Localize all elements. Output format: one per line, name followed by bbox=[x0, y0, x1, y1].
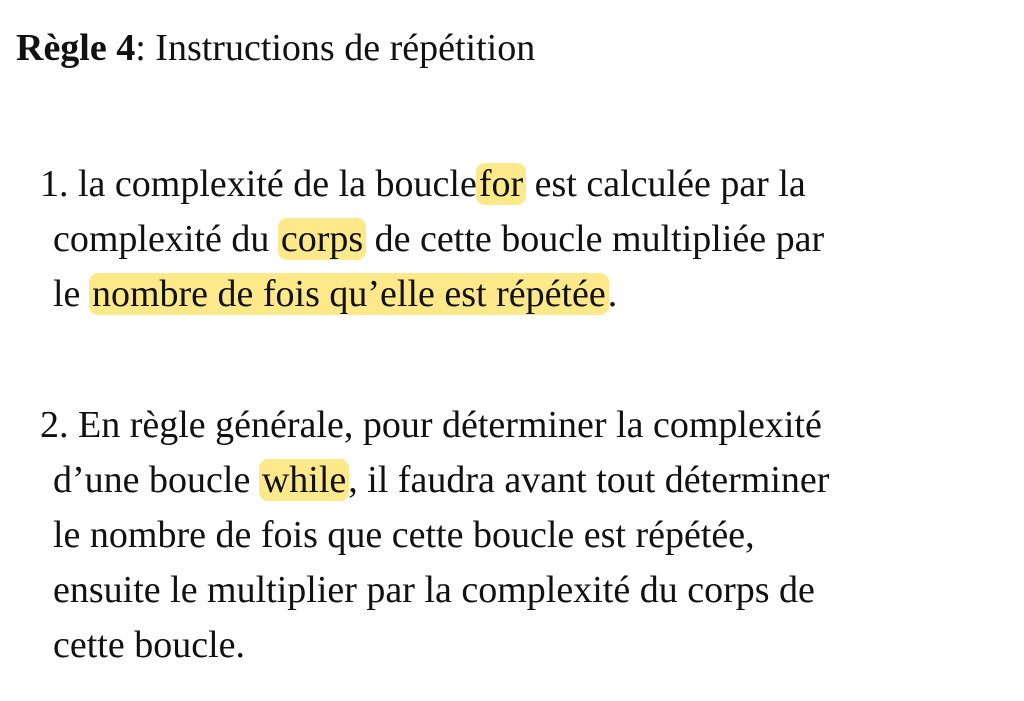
rule-2-line-5: cette boucle. bbox=[53, 624, 246, 666]
rule-1-text-2a: complexité du bbox=[53, 218, 270, 260]
rule-1-text-2b: de cette boucle multipliée par bbox=[374, 218, 825, 260]
rule-label: Règle 4 bbox=[16, 27, 136, 69]
rule-2-line-3: le nombre de fois que cette boucle est r… bbox=[53, 514, 755, 556]
rule-1-text-3b: . bbox=[607, 273, 618, 315]
rule-2-line-1: 2. En règle générale, pour déterminer la… bbox=[40, 398, 829, 453]
rule-2-text-2b: , il faudra avant tout déterminer bbox=[348, 459, 830, 501]
rule-1-text-3a: le bbox=[53, 273, 81, 315]
rule-2-text-1: En règle générale, pour déterminer la co… bbox=[78, 404, 822, 446]
rule-2-line-2: d’une boucle while, il faudra avant tout… bbox=[40, 453, 829, 508]
rule-item-1: 1. la complexité de la bouclefor est cal… bbox=[40, 157, 824, 322]
rule-2-number: 2. bbox=[40, 404, 69, 446]
rule-1-line-1: 1. la complexité de la bouclefor est cal… bbox=[40, 157, 824, 212]
rule-1-line-2: complexité du corps de cette boucle mult… bbox=[40, 212, 824, 267]
rule-title: : Instructions de répétition bbox=[135, 27, 536, 69]
rule-item-2: 2. En règle générale, pour déterminer la… bbox=[40, 398, 829, 673]
highlight-for: for bbox=[475, 163, 527, 205]
rule-1-number: 1. bbox=[40, 163, 69, 205]
rule-2-line-4: ensuite le multiplier par la complexité … bbox=[53, 569, 815, 611]
highlight-corps: corps bbox=[277, 218, 367, 260]
rule-1-text-1a: la complexité de la boucle bbox=[78, 163, 477, 205]
page-title: Règle 4: Instructions de répétition bbox=[16, 24, 535, 72]
highlight-while: while bbox=[258, 459, 350, 501]
rule-2-text-2a: d’une boucle bbox=[53, 459, 251, 501]
rule-1-text-1b: est calculée par la bbox=[534, 163, 806, 205]
rule-1-line-3: le nombre de fois qu’elle est répétée. bbox=[40, 267, 824, 322]
highlight-nombre-de-fois: nombre de fois qu’elle est répétée bbox=[88, 273, 609, 315]
